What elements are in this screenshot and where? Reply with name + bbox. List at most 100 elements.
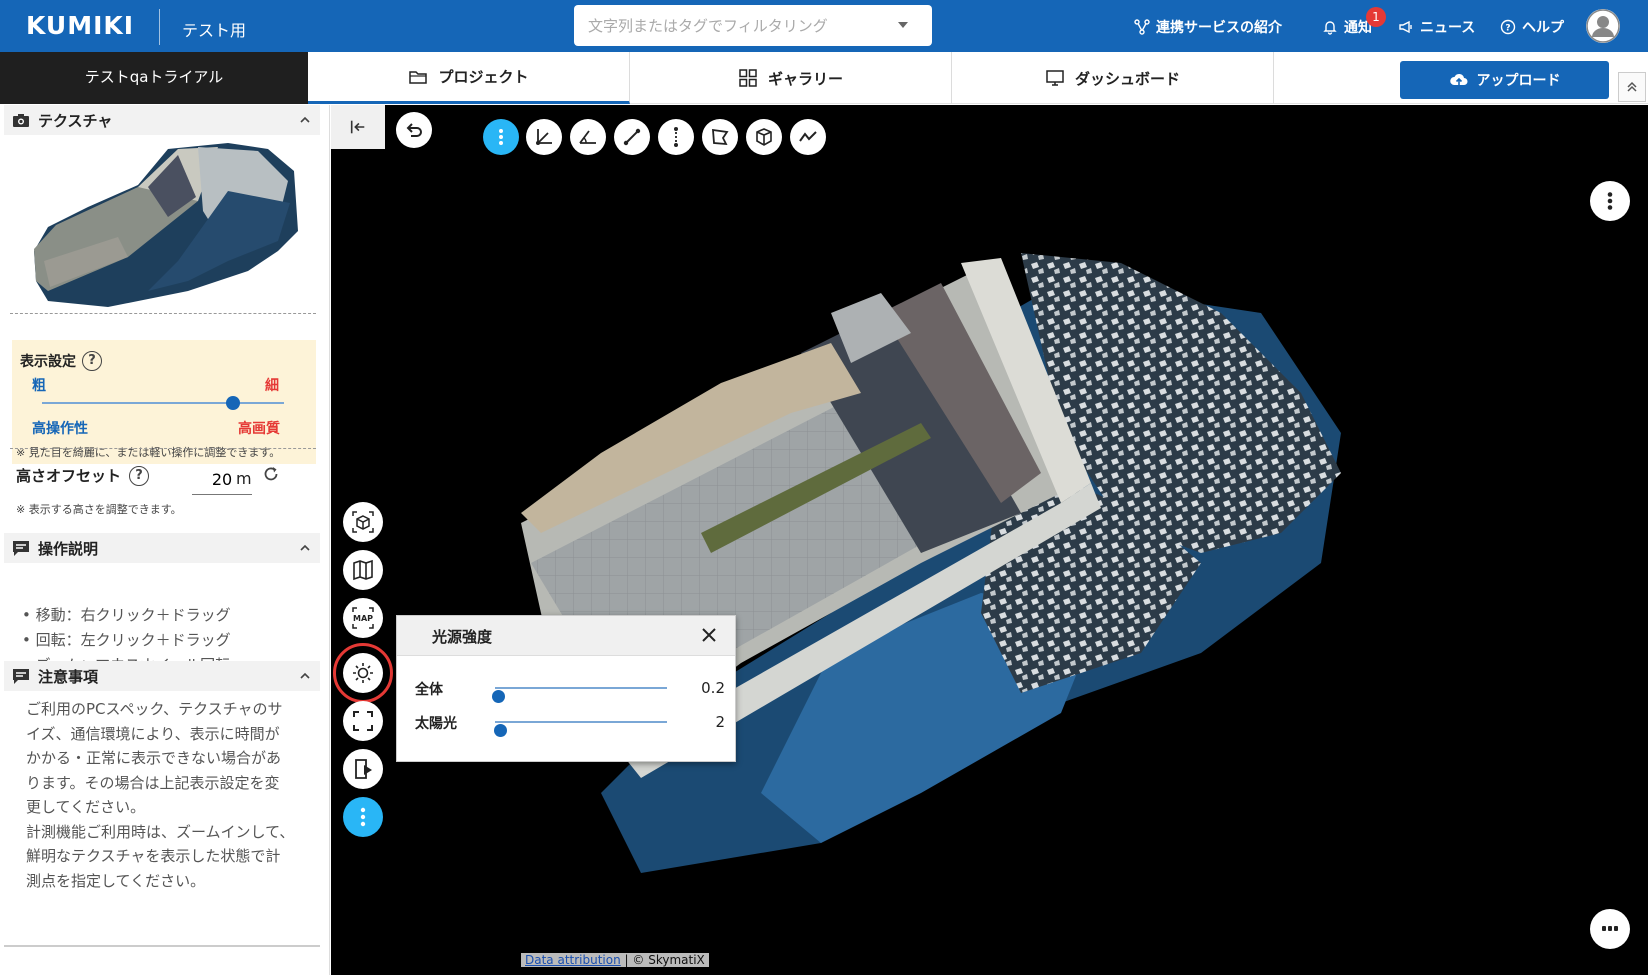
map-icon xyxy=(353,559,373,581)
fine-label: 細 xyxy=(265,378,279,394)
project-name: テストqaトライアル xyxy=(0,52,308,104)
overall-light-row: 全体 0.2 xyxy=(415,678,725,703)
measure-volume-button[interactable] xyxy=(746,119,782,155)
fullscreen-icon xyxy=(353,711,373,731)
tool-menu-button[interactable] xyxy=(483,119,519,155)
display-note: ※ 見た目を綺麗に、または軽い操作に調整できます。 xyxy=(16,446,281,459)
help-circle-icon: ? xyxy=(1500,19,1516,35)
point-cloud-model xyxy=(521,253,1341,873)
close-icon[interactable] xyxy=(699,625,719,645)
3d-viewer[interactable]: MAP Data attribution | © SkymatiX xyxy=(331,105,1648,975)
svg-text:MAP: MAP xyxy=(353,614,373,623)
fullscreen-button[interactable] xyxy=(343,701,383,741)
view-3d-button[interactable] xyxy=(343,502,383,542)
tab-bar: テストqaトライアル プロジェクト ギャラリー ダッシュボード アップロード xyxy=(0,52,1648,104)
sun-icon xyxy=(353,663,373,683)
operations-title: 操作説明 xyxy=(38,539,99,558)
chevron-up-icon[interactable] xyxy=(298,669,312,683)
presentation-button[interactable] xyxy=(343,749,383,789)
comment-icon xyxy=(13,541,29,556)
display-settings-title: 表示設定 ? xyxy=(20,351,102,371)
filter-input[interactable] xyxy=(574,5,932,46)
measure-coordinate-button[interactable] xyxy=(526,119,562,155)
overall-light-label: 全体 xyxy=(415,682,443,698)
attribution-separator: | xyxy=(620,953,633,967)
app-logo[interactable]: KUMIKI xyxy=(26,11,134,40)
quality-slider-thumb[interactable] xyxy=(226,396,241,410)
height-offset-title: 高さオフセット ? xyxy=(16,465,150,486)
data-attribution-link[interactable]: Data attribution xyxy=(525,953,621,967)
texture-thumbnail xyxy=(34,143,298,307)
tab-gallery[interactable]: ギャラリー xyxy=(630,52,952,104)
monitor-icon xyxy=(1046,70,1064,86)
viewer-extra-button[interactable] xyxy=(1590,909,1630,949)
measure-distance-button[interactable] xyxy=(614,119,650,155)
news-link[interactable]: ニュース xyxy=(1398,17,1475,37)
measure-height-button[interactable] xyxy=(658,119,694,155)
avatar[interactable] xyxy=(1586,9,1620,43)
help-icon[interactable]: ? xyxy=(82,351,102,371)
tab-project[interactable]: プロジェクト xyxy=(308,52,630,104)
overall-light-thumb[interactable] xyxy=(492,690,506,703)
collapse-sidebar-button[interactable] xyxy=(331,105,385,149)
chevron-up-icon[interactable] xyxy=(298,541,312,555)
vertical-dotted-icon xyxy=(674,127,678,147)
profile-line-icon xyxy=(799,131,817,142)
quality-label: 高画質 xyxy=(238,421,280,437)
user-icon xyxy=(1586,9,1620,43)
caution-line: イズ、通信環境により、表示に時間が xyxy=(26,724,280,743)
divider xyxy=(10,313,316,314)
light-settings-button[interactable] xyxy=(343,653,383,693)
caution-title: 注意事項 xyxy=(38,667,99,686)
help-label: ヘルプ xyxy=(1522,20,1564,36)
chevron-down-icon[interactable] xyxy=(898,22,908,28)
caution-line: ります。その場合は上記表示設定を変 xyxy=(26,773,280,792)
camera-icon xyxy=(13,114,29,127)
texture-section-header[interactable]: テクスチャ xyxy=(4,105,320,135)
sunlight-slider[interactable] xyxy=(494,721,667,737)
caution-line: かかる・正常に表示できない場合があ xyxy=(26,749,282,767)
chevron-up-icon[interactable] xyxy=(298,113,312,127)
upload-button[interactable]: アップロード xyxy=(1400,61,1609,99)
comment-icon xyxy=(13,669,29,684)
attribution-bar: Data attribution | © SkymatiX xyxy=(521,953,709,967)
caution-line: 測点を指定してください。 xyxy=(26,871,206,890)
overall-light-slider[interactable] xyxy=(492,687,667,703)
side-menu-button[interactable] xyxy=(343,797,383,837)
collapse-header-button[interactable] xyxy=(1618,72,1646,102)
divider xyxy=(4,945,320,947)
help-link[interactable]: ? ヘルプ xyxy=(1500,17,1564,37)
measure-area-button[interactable] xyxy=(702,119,738,155)
sunlight-row: 太陽光 2 xyxy=(415,712,725,737)
map-layer-button[interactable] xyxy=(343,550,383,590)
notification-badge: 1 xyxy=(1366,7,1386,27)
divider xyxy=(10,448,316,449)
caution-line: ご利用のPCスペック、テクスチャのサ xyxy=(26,700,283,718)
map-focus-button[interactable]: MAP xyxy=(343,598,383,638)
upload-label: アップロード xyxy=(1476,73,1561,89)
logo-divider xyxy=(159,9,160,45)
polygon-icon xyxy=(712,128,729,146)
double-chevron-up-icon xyxy=(1627,81,1637,92)
news-label: ニュース xyxy=(1420,20,1476,36)
refresh-icon[interactable] xyxy=(262,465,280,483)
caution-section-header[interactable]: 注意事項 xyxy=(4,661,320,691)
notifications-link[interactable]: 通知 xyxy=(1322,17,1372,37)
top-header: KUMIKI テスト用 連携サービスの紹介 通知 1 ニュース ? ヘルプ xyxy=(0,0,1648,52)
quality-slider-track[interactable] xyxy=(42,402,284,404)
attribution-credit: © SkymatiX xyxy=(632,953,705,967)
operations-section-header[interactable]: 操作説明 xyxy=(4,533,320,563)
help-icon[interactable]: ? xyxy=(129,465,150,486)
line-segment-icon xyxy=(623,128,641,146)
tab-dashboard[interactable]: ダッシュボード xyxy=(952,52,1274,104)
display-settings-panel: 表示設定 ? 粗 細 高操作性 高画質 ※ 見た目を綺麗に、または軽い操作に調整… xyxy=(12,340,316,464)
measure-angle-button[interactable] xyxy=(570,119,606,155)
svg-text:?: ? xyxy=(1505,24,1510,34)
more-vertical-icon xyxy=(1607,192,1613,210)
viewer-options-button[interactable] xyxy=(1590,181,1630,221)
sunlight-thumb[interactable] xyxy=(494,724,508,737)
measure-profile-button[interactable] xyxy=(790,119,826,155)
integrations-link[interactable]: 連携サービスの紹介 xyxy=(1134,17,1282,37)
undo-button[interactable] xyxy=(396,112,432,148)
tab-dashboard-label: ダッシュボード xyxy=(1074,69,1180,88)
